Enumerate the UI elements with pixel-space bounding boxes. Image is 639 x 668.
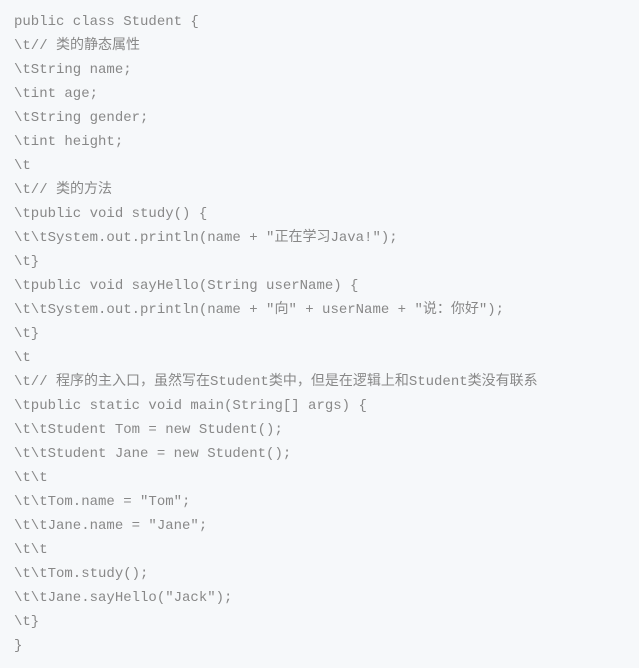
code-block: public class Student { \t// 类的静态属性 \tStr… [0,0,639,668]
code-content: public class Student { \t// 类的静态属性 \tStr… [14,14,538,654]
